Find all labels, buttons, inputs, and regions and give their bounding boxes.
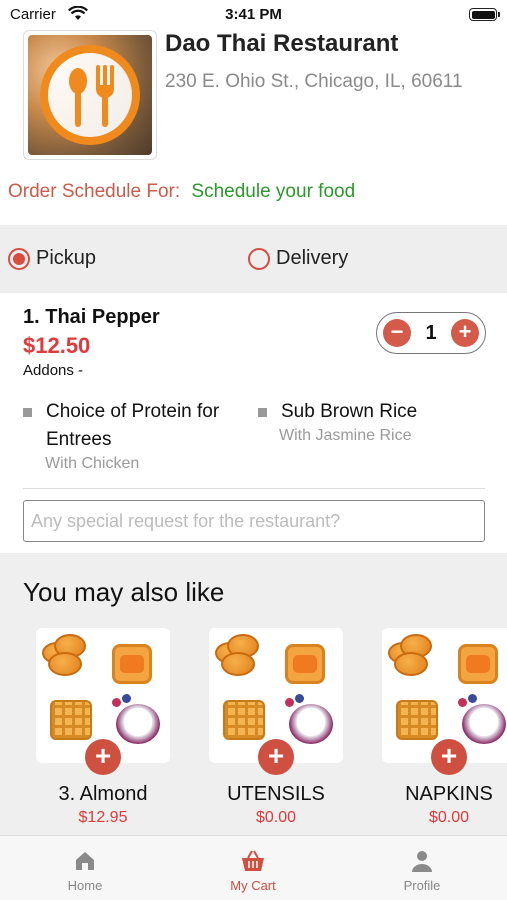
bullet-icon bbox=[23, 408, 32, 417]
addon-name: Choice of Protein for Entrees bbox=[46, 401, 220, 450]
restaurant-name: Dao Thai Restaurant bbox=[165, 30, 399, 57]
schedule-link[interactable]: Schedule your food bbox=[191, 181, 355, 202]
cart-item-title: 1. Thai Pepper bbox=[23, 306, 160, 328]
suggestions-section: You may also like + 3. Almond $12.95 + U… bbox=[0, 553, 507, 835]
order-schedule: Order Schedule For: Schedule your food bbox=[8, 181, 355, 203]
cart-item-price: $12.50 bbox=[23, 333, 91, 358]
tab-bar: Home My Cart Profile bbox=[0, 835, 507, 900]
quantity-stepper: − 1 + bbox=[376, 312, 486, 354]
increment-button[interactable]: + bbox=[451, 319, 479, 347]
suggestion-card[interactable]: + NAPKINS $0.00 bbox=[382, 628, 507, 826]
add-item-button[interactable]: + bbox=[431, 739, 467, 775]
suggestion-name: 3. Almond bbox=[58, 783, 148, 805]
add-item-button[interactable]: + bbox=[258, 739, 294, 775]
tab-label: Profile bbox=[403, 878, 441, 893]
add-item-button[interactable]: + bbox=[85, 739, 121, 775]
tab-home[interactable]: Home bbox=[35, 848, 135, 893]
divider bbox=[23, 488, 485, 489]
radio-unselected-icon bbox=[248, 247, 270, 270]
suggestion-price: $0.00 bbox=[428, 809, 470, 826]
suggestion-name: UTENSILS bbox=[227, 783, 325, 805]
pickup-label: Pickup bbox=[36, 247, 97, 269]
decrement-button[interactable]: − bbox=[383, 319, 411, 347]
delivery-option[interactable]: Delivery bbox=[248, 247, 348, 270]
restaurant-address: 230 E. Ohio St., Chicago, IL, 60611 bbox=[165, 71, 463, 92]
addon-item: Choice of Protein for Entrees With Chick… bbox=[23, 398, 258, 478]
status-bar: Carrier 3:41 PM bbox=[0, 0, 507, 30]
suggestion-card[interactable]: + 3. Almond $12.95 bbox=[36, 628, 170, 826]
addon-item: Sub Brown Rice With Jasmine Rice bbox=[258, 398, 488, 458]
order-type-selector: Pickup Delivery bbox=[0, 225, 507, 293]
bullet-icon bbox=[258, 408, 267, 417]
delivery-label: Delivery bbox=[276, 247, 349, 269]
addon-name: Sub Brown Rice bbox=[281, 401, 418, 422]
schedule-label: Order Schedule For: bbox=[8, 181, 181, 202]
tab-my-cart[interactable]: My Cart bbox=[203, 848, 303, 893]
addon-value: With Jasmine Rice bbox=[279, 427, 412, 444]
addons-label: Addons - bbox=[23, 362, 84, 379]
tab-profile[interactable]: Profile bbox=[372, 848, 472, 893]
special-request-input[interactable] bbox=[23, 500, 485, 542]
tab-label: Home bbox=[67, 878, 103, 893]
quantity-value: 1 bbox=[425, 321, 437, 344]
suggestion-price: $12.95 bbox=[78, 809, 128, 826]
restaurant-logo-image bbox=[28, 35, 152, 155]
addon-value: With Chicken bbox=[45, 455, 140, 472]
suggestion-name: NAPKINS bbox=[405, 783, 493, 805]
basket-icon bbox=[242, 850, 264, 871]
suggestion-card[interactable]: + UTENSILS $0.00 bbox=[209, 628, 343, 826]
person-icon bbox=[412, 851, 432, 872]
cart-screen: Carrier 3:41 PM Dao Thai Restaurant 230 … bbox=[0, 0, 507, 900]
suggestions-title: You may also like bbox=[23, 577, 225, 607]
battery-icon bbox=[469, 8, 500, 21]
restaurant-logo bbox=[23, 30, 157, 160]
tab-label: My Cart bbox=[230, 878, 276, 893]
suggestion-price: $0.00 bbox=[255, 809, 297, 826]
home-icon bbox=[76, 852, 94, 870]
radio-selected-icon bbox=[8, 247, 30, 270]
status-time: 3:41 PM bbox=[225, 6, 282, 23]
fork-spoon-icon bbox=[40, 45, 140, 145]
pickup-option[interactable]: Pickup bbox=[8, 247, 96, 270]
